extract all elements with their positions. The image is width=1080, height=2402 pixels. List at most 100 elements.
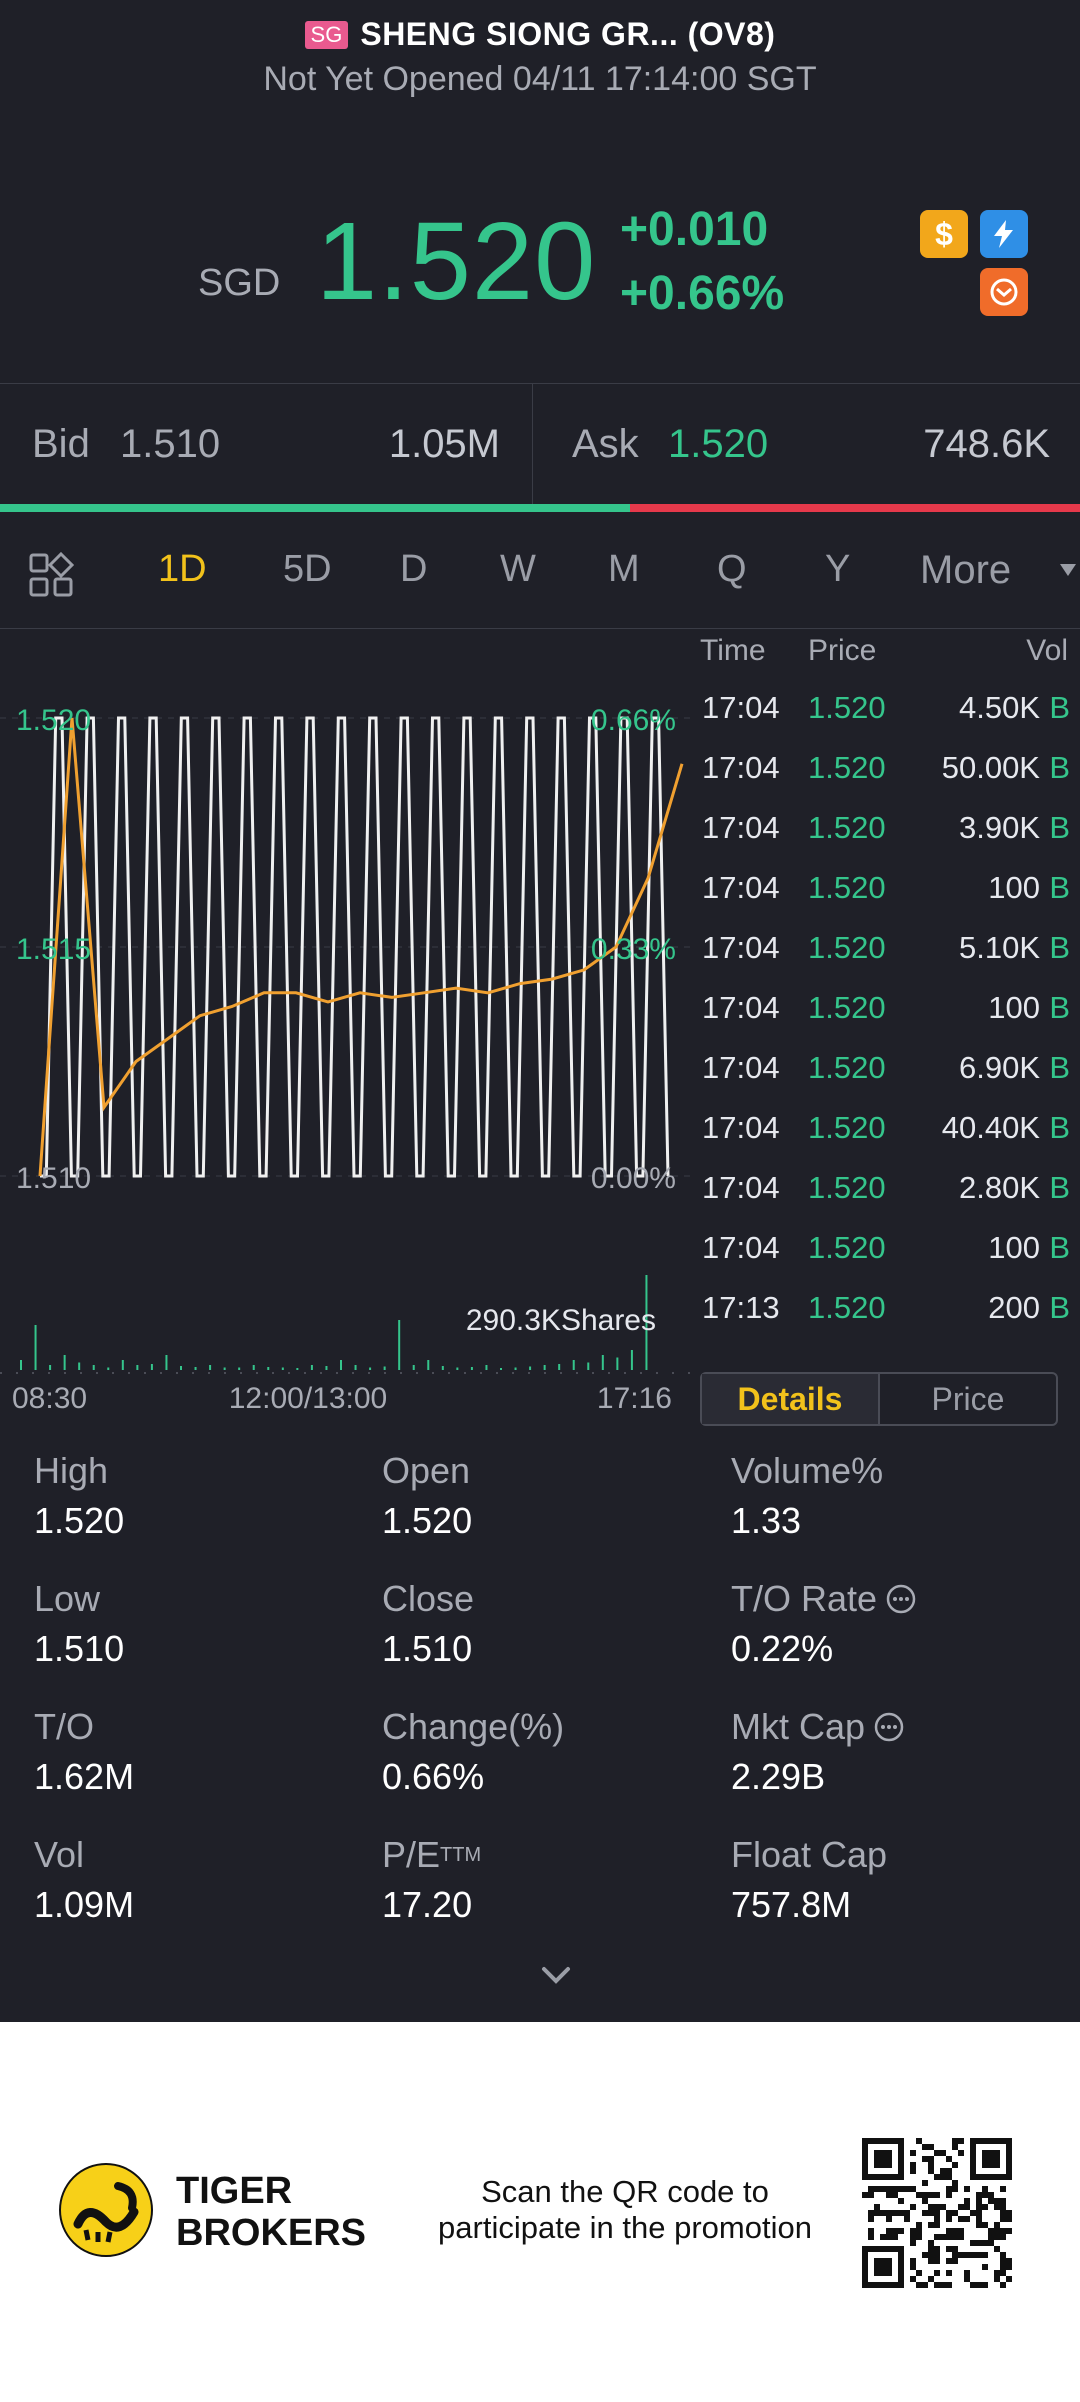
chevron-down-icon[interactable] xyxy=(1060,564,1076,576)
stat-value: 1.62M xyxy=(34,1756,135,1797)
title-row[interactable]: SG SHENG SIONG GR... (OV8) xyxy=(0,16,1080,53)
volume-bar xyxy=(572,1360,575,1370)
time-and-sales[interactable]: Time Price Vol 17:04 1.520 4.50K B 17:04 1.52… xyxy=(690,630,1080,1350)
volume-bar xyxy=(369,1367,372,1370)
volume-bar xyxy=(587,1362,590,1370)
tab-w[interactable]: W xyxy=(500,548,536,591)
ask-area[interactable]: Ask 1.520 748.6K xyxy=(534,384,1080,504)
tab-m[interactable]: M xyxy=(608,548,640,591)
tape-list[interactable]: 17:04 1.520 4.50K B 17:04 1.520 50.00K B 17:04 1.… xyxy=(690,674,1080,1350)
bid-ask-panel[interactable]: Bid 1.510 1.05M Ask 1.520 748.6K xyxy=(0,384,1080,504)
qr-module xyxy=(1006,2264,1012,2270)
market-status: Not Yet Opened 04/11 17:14:00 SGT xyxy=(263,60,817,98)
tape-row: 17:04 1.520 3.90K B xyxy=(690,810,1080,870)
qr-module xyxy=(886,2192,892,2198)
qr-finder-module xyxy=(982,2150,1000,2168)
bid-price: 1.510 xyxy=(120,421,221,466)
qr-finder-module xyxy=(874,2258,892,2276)
qr-code-image[interactable] xyxy=(862,2138,1012,2288)
stat-item: T/O 1.62M xyxy=(34,1706,374,1798)
qr-module xyxy=(1000,2264,1006,2270)
stat-item[interactable]: T/O Rate 0.22% xyxy=(731,1578,1071,1670)
qr-finder-module xyxy=(874,2150,892,2168)
qr-module xyxy=(910,2150,916,2156)
tape-side: B xyxy=(1049,810,1070,845)
brand-name: TIGER BROKERS xyxy=(176,2170,366,2254)
divider xyxy=(0,628,1080,629)
y-axis-tick-label: 1.515 xyxy=(16,933,91,966)
stat-value: 1.09M xyxy=(34,1884,135,1925)
qr-module xyxy=(880,2210,886,2216)
qr-module xyxy=(970,2210,976,2216)
x-axis-tick-label: 08:30 xyxy=(12,1382,87,1415)
qr-module xyxy=(928,2204,934,2210)
tape-price: 1.520 xyxy=(808,690,886,725)
tape-side: B xyxy=(1049,1290,1070,1325)
stat-value: 0.22% xyxy=(731,1628,834,1669)
volume-bar xyxy=(34,1325,37,1370)
stat-label: Volume% xyxy=(731,1450,1071,1492)
grid-layout-icon[interactable] xyxy=(28,552,74,598)
qr-module xyxy=(922,2198,928,2204)
qr-module xyxy=(958,2216,964,2222)
flash-badge-icon[interactable] xyxy=(980,210,1028,258)
intraday-chart[interactable]: 1.520 1.515 1.510 0.66% 0.33% 0.00% 290.3KShar… xyxy=(0,630,690,1430)
stats-grid: High 1.520 Open 1.520 Volume% 1.33 Low 1.510 Clo… xyxy=(0,1440,1080,1960)
volume-bar xyxy=(63,1355,66,1370)
exchange-badge-icon[interactable] xyxy=(980,268,1028,316)
tape-volume: 5.10K xyxy=(958,930,1040,965)
more-info-icon[interactable] xyxy=(873,1711,905,1743)
qr-module xyxy=(988,2228,994,2234)
tiger-brokers-logo-icon[interactable] xyxy=(58,2162,154,2258)
tape-row: 17:04 1.520 5.10K B xyxy=(690,930,1080,990)
tab-q[interactable]: Q xyxy=(717,548,747,591)
stat-label-text: Open xyxy=(382,1450,471,1491)
volume-bar xyxy=(20,1360,22,1370)
dollar-badge-icon[interactable]: $ xyxy=(920,210,968,258)
stat-value: 0.66% xyxy=(382,1756,485,1797)
qr-module xyxy=(946,2168,952,2174)
qr-module xyxy=(1006,2216,1012,2222)
y-axis-right-tick-label: 0.00% xyxy=(591,1162,676,1195)
qr-module xyxy=(994,2228,1000,2234)
bid-area[interactable]: Bid 1.510 1.05M xyxy=(0,384,533,504)
qr-module xyxy=(970,2252,976,2258)
price-toggle-button[interactable]: Price xyxy=(880,1374,1056,1424)
volume-bar xyxy=(223,1367,226,1370)
tape-time: 17:04 xyxy=(702,870,780,905)
stat-item: Float Cap 757.8M xyxy=(731,1834,1071,1926)
qr-module xyxy=(958,2138,964,2144)
tab-y[interactable]: Y xyxy=(825,548,850,591)
stat-item: Low 1.510 xyxy=(34,1578,374,1670)
tab-5d[interactable]: 5D xyxy=(283,548,332,591)
qr-module xyxy=(922,2144,928,2150)
details-toggle-button[interactable]: Details xyxy=(702,1374,880,1424)
tab-d[interactable]: D xyxy=(400,548,427,591)
chevron-down-icon[interactable] xyxy=(536,1960,576,1990)
qr-module xyxy=(1000,2216,1006,2222)
qr-module xyxy=(862,2192,868,2198)
more-info-icon[interactable] xyxy=(885,1583,917,1615)
tape-volume: 3.90K xyxy=(958,810,1040,845)
qr-module xyxy=(988,2198,994,2204)
tab-more[interactable]: More xyxy=(920,548,1011,593)
volume-bar xyxy=(354,1365,357,1370)
qr-module xyxy=(922,2282,928,2288)
qr-module xyxy=(946,2258,952,2264)
stat-item[interactable]: Mkt Cap 2.29B xyxy=(731,1706,1071,1798)
qr-module xyxy=(868,2192,874,2198)
qr-module xyxy=(958,2150,964,2156)
stat-item: Volume% 1.33 xyxy=(731,1450,1071,1542)
stat-label: T/O Rate xyxy=(731,1578,1071,1620)
details-price-toggle[interactable]: Details Price xyxy=(700,1372,1058,1426)
tab-1d[interactable]: 1D xyxy=(158,548,207,591)
exchange-icon xyxy=(990,278,1018,306)
volume-bar xyxy=(78,1362,81,1370)
flash-icon xyxy=(994,220,1013,248)
volume-bar xyxy=(325,1366,328,1370)
qr-module xyxy=(994,2234,1000,2240)
stat-value: 1.33 xyxy=(731,1500,802,1541)
stat-label: Close xyxy=(382,1578,722,1620)
intraday-chart-svg[interactable]: 1.520 1.515 1.510 0.66% 0.33% 0.00% 290.3KShar… xyxy=(0,630,690,1430)
qr-module xyxy=(868,2228,874,2234)
